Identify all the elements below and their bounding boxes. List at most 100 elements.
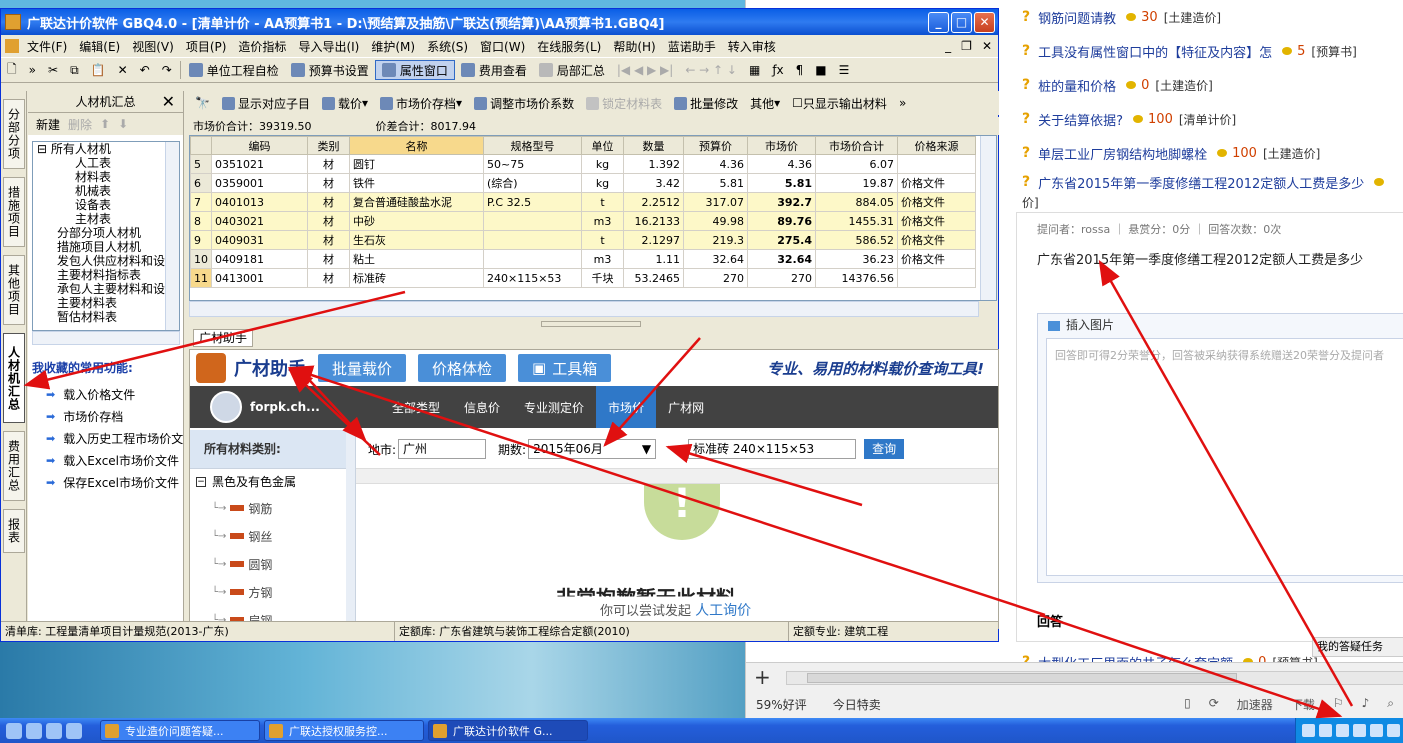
favorite-market-archive[interactable]: ➡ 市场价存档 bbox=[46, 405, 183, 427]
cell-code[interactable]: 0409181 bbox=[211, 249, 308, 269]
close-button[interactable]: ✕ bbox=[974, 11, 995, 33]
nav-measured-price[interactable]: 专业测定价 bbox=[512, 386, 596, 428]
quick-launch-icon[interactable] bbox=[66, 722, 82, 739]
accelerator-button[interactable]: 加速器 bbox=[1237, 696, 1273, 713]
load-price-button[interactable]: 载价 ▾ bbox=[316, 95, 374, 112]
more-icon[interactable]: » bbox=[893, 96, 912, 110]
question-item[interactable]: ? 桩的量和价格 0 [土建造价] bbox=[1016, 68, 1403, 102]
cell-no[interactable]: 11 bbox=[190, 268, 212, 288]
cell-qty[interactable]: 1.11 bbox=[623, 249, 684, 269]
cell-budget[interactable]: 5.81 bbox=[683, 173, 748, 193]
paste-icon[interactable]: 📋 bbox=[85, 63, 112, 77]
cell-name[interactable]: 生石灰 bbox=[349, 230, 484, 250]
paragraph-icon[interactable]: ¶ bbox=[790, 63, 810, 77]
cell-no[interactable]: 5 bbox=[190, 154, 212, 174]
new-button[interactable]: 新建 bbox=[36, 116, 60, 133]
nav-material-site[interactable]: 广材网 bbox=[656, 386, 716, 428]
tree-item[interactable]: 措施项目人材机 bbox=[33, 240, 179, 254]
tree-item[interactable]: ⊟ 所有人材机 bbox=[33, 142, 179, 156]
tree-item[interactable]: 分部分项人材机 bbox=[33, 226, 179, 240]
delete-icon[interactable]: ✕ bbox=[112, 63, 134, 77]
market-archive-button[interactable]: 市场价存档 ▾ bbox=[374, 95, 468, 112]
table-row[interactable]: 5 0351021 材圆钉 50~75 kg 1.392 4.36 4.36 6.07 bbox=[190, 154, 976, 174]
menu-project[interactable]: 项目(P) bbox=[180, 38, 233, 55]
tree-item[interactable]: 发包人供应材料和设 bbox=[33, 254, 179, 268]
tray-icon[interactable] bbox=[1336, 724, 1349, 737]
tab-report[interactable]: 报表 bbox=[3, 509, 25, 553]
cube-icon[interactable]: ■ bbox=[809, 63, 832, 77]
cell-qty[interactable]: 2.2512 bbox=[623, 192, 684, 212]
scroll-thumb[interactable] bbox=[807, 673, 1237, 683]
tab-labor-material[interactable]: 人材机汇总 bbox=[3, 333, 25, 423]
tree-item[interactable]: 暂估材料表 bbox=[33, 310, 179, 324]
cell-type[interactable]: 材 bbox=[307, 154, 350, 174]
cell-code[interactable]: 0351021 bbox=[211, 154, 308, 174]
answer-textarea[interactable]: 回答即可得2分荣誉分，回答被采纳获得系统赠送20荣誉分及提问者 bbox=[1046, 338, 1403, 576]
property-window-button[interactable]: 属性窗口 bbox=[374, 60, 455, 80]
question-item[interactable]: ? 单层工业厂房钢结构地脚螺栓 100 [土建造价] bbox=[1016, 136, 1403, 170]
cell-spec[interactable] bbox=[483, 249, 582, 269]
period-select[interactable]: 2015年06月 ▼ bbox=[528, 439, 657, 459]
task-gbq[interactable]: 广联达计价软件 G... bbox=[428, 720, 588, 741]
cell-qty[interactable]: 3.42 bbox=[623, 173, 684, 193]
cell-source[interactable]: 价格文件 bbox=[897, 192, 976, 212]
cell-no[interactable]: 7 bbox=[190, 192, 212, 212]
table-row[interactable]: 10 0409181 材粘土 m3 1.11 32.64 32.64 36.23 价格文件 bbox=[190, 249, 976, 269]
cell-total[interactable]: 884.05 bbox=[815, 192, 898, 212]
cell-code[interactable]: 0403021 bbox=[211, 211, 308, 231]
panel-splitter[interactable] bbox=[541, 321, 641, 327]
table-row[interactable]: 9 0409031 材生石灰 t 2.1297 219.3 275.4 586.52 价格文件 bbox=[190, 230, 976, 250]
insert-image-button[interactable]: 插入图片 bbox=[1038, 314, 1403, 336]
move-down-icon[interactable]: ⬇ bbox=[118, 117, 128, 131]
cell-qty[interactable]: 16.2133 bbox=[623, 211, 684, 231]
flag-icon[interactable]: ⚐ bbox=[1333, 696, 1344, 713]
tree-scrollbar[interactable] bbox=[165, 142, 179, 330]
cell-budget[interactable]: 219.3 bbox=[683, 230, 748, 250]
tree-item[interactable]: 主材表 bbox=[33, 212, 179, 226]
cell-unit[interactable]: kg bbox=[581, 154, 624, 174]
cell-type[interactable]: 材 bbox=[307, 268, 350, 288]
tree-item[interactable]: 设备表 bbox=[33, 198, 179, 212]
cell-budget[interactable]: 270 bbox=[683, 268, 748, 288]
lock-material-button[interactable]: 锁定材料表 bbox=[580, 95, 668, 112]
nav-info-price[interactable]: 信息价 bbox=[452, 386, 512, 428]
question-item[interactable]: ? 关于结算依据? 100 [清单计价] bbox=[1016, 102, 1403, 136]
category-item[interactable]: └→ 圆钢 bbox=[190, 550, 346, 578]
calculator-icon[interactable]: ▦ bbox=[743, 63, 766, 77]
cell-market[interactable]: 5.81 bbox=[747, 173, 816, 193]
formula-icon[interactable]: ƒx bbox=[766, 63, 789, 77]
favorite-load-history[interactable]: ➡ 载入历史工程市场价文 bbox=[46, 427, 183, 449]
cell-source[interactable]: 价格文件 bbox=[897, 211, 976, 231]
col-header[interactable]: 规格型号 bbox=[483, 136, 582, 155]
cell-code[interactable]: 0359001 bbox=[211, 173, 308, 193]
cell-total[interactable]: 6.07 bbox=[815, 154, 898, 174]
menu-edit[interactable]: 编辑(E) bbox=[73, 38, 126, 55]
task-license[interactable]: 广联达授权服务控... bbox=[264, 720, 424, 741]
move-up-icon[interactable]: ⬆ bbox=[100, 117, 110, 131]
download-button[interactable]: 下载 bbox=[1291, 696, 1315, 713]
category-root[interactable]: − 黑色及有色金属 bbox=[190, 468, 346, 494]
col-header[interactable]: 数量 bbox=[623, 136, 684, 155]
tab-material-helper[interactable]: 广材助手 bbox=[193, 329, 253, 347]
tab-fee-summary[interactable]: 费用汇总 bbox=[3, 431, 25, 501]
cell-type[interactable]: 材 bbox=[307, 249, 350, 269]
menu-help[interactable]: 帮助(H) bbox=[607, 38, 661, 55]
cell-total[interactable]: 14376.56 bbox=[815, 268, 898, 288]
cell-unit[interactable]: kg bbox=[581, 173, 624, 193]
cell-spec[interactable]: P.C 32.5 bbox=[483, 192, 582, 212]
cell-name[interactable]: 铁件 bbox=[349, 173, 484, 193]
nav-all-types[interactable]: 全部类型 bbox=[380, 386, 452, 428]
table-row[interactable]: 7 0401013 材复合普通硅酸盐水泥 P.C 32.5 t 2.2512 317.07 3… bbox=[190, 192, 976, 212]
batch-edit-button[interactable]: 批量修改 bbox=[668, 95, 744, 112]
rating-link[interactable]: 59%好评 bbox=[756, 696, 807, 713]
search-icon[interactable]: ⌕ bbox=[1387, 696, 1394, 713]
volume-icon[interactable]: ♪ bbox=[1362, 696, 1370, 713]
col-header[interactable]: 预算价 bbox=[683, 136, 748, 155]
price-check-tab[interactable]: 价格体检 bbox=[418, 354, 507, 382]
cell-total[interactable]: 19.87 bbox=[815, 173, 898, 193]
cell-no[interactable]: 8 bbox=[190, 211, 212, 231]
partial-summary-checkbox[interactable]: 局部汇总 bbox=[533, 62, 611, 79]
category-item[interactable]: └→ 钢丝 bbox=[190, 522, 346, 550]
menu-index[interactable]: 造价指标 bbox=[232, 38, 292, 55]
mdi-minimize-button[interactable]: _ bbox=[945, 39, 951, 53]
